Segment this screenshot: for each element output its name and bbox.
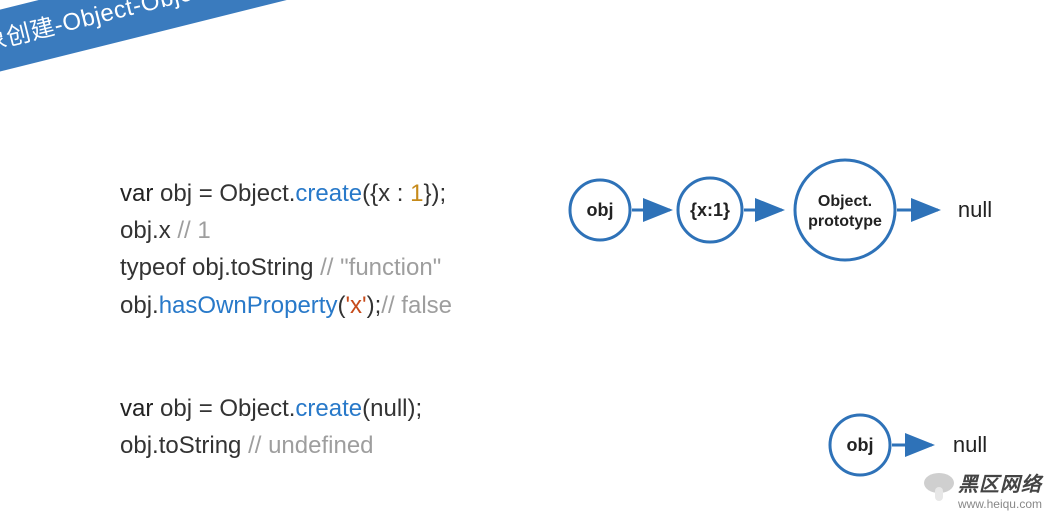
code-text: obj = Object.	[153, 180, 295, 207]
code-text: );	[407, 395, 422, 422]
code-comment: // 1	[177, 217, 210, 244]
node-label: Object.	[818, 193, 872, 210]
watermark-brand: 黑区网络	[958, 473, 1042, 497]
node-label: obj	[847, 435, 874, 455]
node-label: {x:1}	[690, 200, 730, 220]
code-string: 'x'	[345, 292, 366, 319]
code-number: 1	[410, 180, 423, 207]
title-text: 对象创建-Object-Object.create	[0, 0, 289, 63]
prototype-chain-diagram-1: obj {x:1} Object. prototype null	[560, 155, 1020, 265]
watermark: 黑区网络 www.heiqu.com	[958, 473, 1042, 511]
node-null: null	[958, 197, 992, 222]
code-method: hasOwnProperty	[159, 292, 338, 319]
node-null: null	[953, 432, 987, 457]
watermark-url: www.heiqu.com	[958, 497, 1042, 511]
code-text: obj = Object.	[153, 395, 295, 422]
code-text: });	[424, 180, 447, 207]
code-line: obj.hasOwnProperty('x');// false	[120, 287, 452, 324]
code-line: typeof obj.toString // "function"	[120, 249, 452, 286]
code-null: null	[370, 395, 407, 422]
code-keyword: var	[120, 180, 153, 207]
node-label: obj	[587, 200, 614, 220]
code-text: obj.	[120, 292, 159, 319]
code-line: var obj = Object.create(null);	[120, 390, 422, 427]
code-text: typeof obj.toString	[120, 254, 320, 281]
code-text: obj.toString	[120, 432, 248, 459]
code-block-2: var obj = Object.create(null); obj.toStr…	[120, 390, 422, 464]
title-ribbon: 对象创建-Object-Object.create	[0, 0, 363, 97]
code-line: obj.toString // undefined	[120, 427, 422, 464]
code-keyword: var	[120, 395, 153, 422]
code-comment: // "function"	[320, 254, 441, 281]
code-line: var obj = Object.create({x : 1});	[120, 175, 452, 212]
mushroom-icon	[922, 471, 956, 505]
code-text: );	[367, 292, 382, 319]
code-method: create	[295, 395, 362, 422]
code-text: obj.x	[120, 217, 177, 244]
code-text: ({x :	[362, 180, 410, 207]
code-comment: // false	[381, 292, 452, 319]
node-label: prototype	[808, 213, 882, 230]
code-method: create	[295, 180, 362, 207]
code-block-1: var obj = Object.create({x : 1}); obj.x …	[120, 175, 452, 324]
code-text: (	[362, 395, 370, 422]
code-line: obj.x // 1	[120, 212, 452, 249]
code-comment: // undefined	[248, 432, 373, 459]
